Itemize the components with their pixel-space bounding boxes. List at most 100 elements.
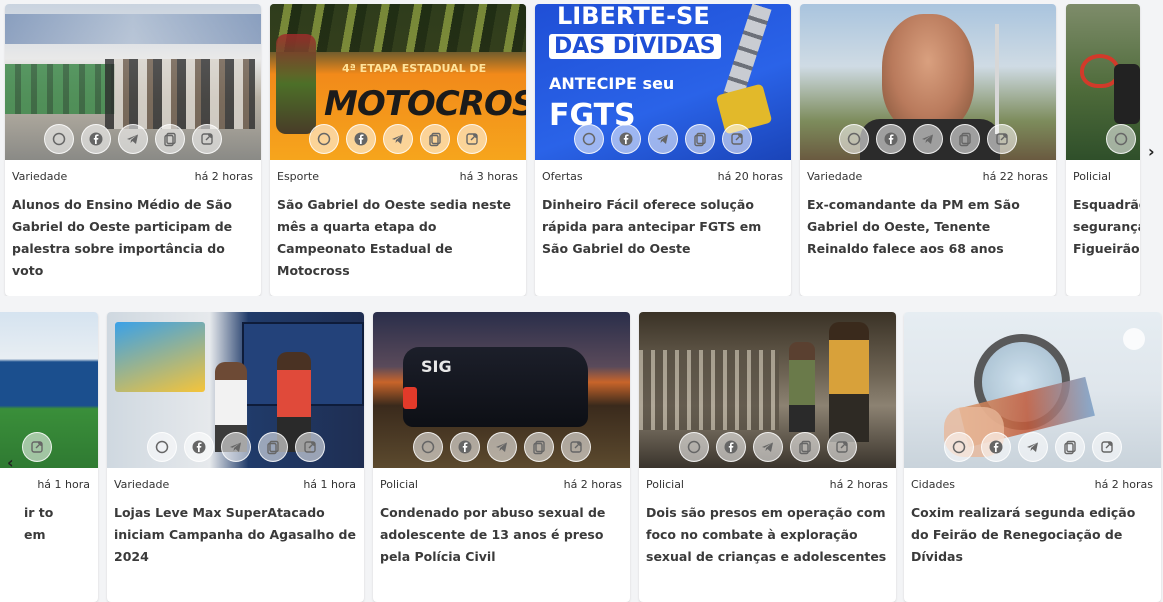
news-title[interactable]: São Gabriel do Oeste sedia neste mês a q…: [277, 194, 520, 282]
news-category[interactable]: Variedade: [807, 170, 862, 183]
whatsapp-icon[interactable]: [309, 124, 339, 154]
telegram-icon[interactable]: [648, 124, 678, 154]
whatsapp-icon[interactable]: [574, 124, 604, 154]
carousel-prev-button[interactable]: ‹: [7, 453, 14, 472]
news-title[interactable]: Alunos do Ensino Médio de São Gabriel do…: [12, 194, 255, 282]
external-link-icon[interactable]: [722, 124, 752, 154]
share-bar: [270, 124, 526, 154]
facebook-icon[interactable]: [611, 124, 641, 154]
share-bar: [5, 124, 261, 154]
image-caption-line2: MOTOCROSS: [324, 84, 526, 124]
news-category[interactable]: Ofertas: [542, 170, 583, 183]
news-time: há 3 horas: [459, 170, 518, 183]
news-time: há 20 horas: [717, 170, 783, 183]
whatsapp-icon[interactable]: [146, 432, 177, 462]
facebook-icon[interactable]: [346, 124, 376, 154]
copy-icon[interactable]: [950, 124, 980, 154]
whatsapp-icon[interactable]: [839, 124, 869, 154]
facebook-icon[interactable]: [980, 432, 1011, 462]
news-title[interactable]: Condenado por abuso sexual de adolescent…: [380, 502, 624, 568]
share-bar: [904, 432, 1161, 462]
news-carousel-top: Variedade há 2 horas Alunos do Ensino Méd…: [0, 4, 1163, 296]
news-time: há 2 horas: [563, 478, 622, 491]
external-link-icon[interactable]: [22, 432, 52, 462]
news-category[interactable]: Variedade: [114, 478, 169, 491]
news-card[interactable]: Variedade há 1 hora Lojas Leve Max SuperA…: [107, 312, 364, 602]
telegram-icon[interactable]: [752, 432, 783, 462]
news-title[interactable]: Ex-comandante da PM em São Gabriel do Oe…: [807, 194, 1050, 260]
share-bar: [373, 432, 630, 462]
news-carousel-bottom: há 1 hora ir to em Variedade há 1 hora Lo…: [0, 312, 1163, 602]
copy-icon[interactable]: [420, 124, 450, 154]
whatsapp-icon[interactable]: [678, 432, 709, 462]
share-bar: [800, 124, 1056, 154]
share-bar: [639, 432, 896, 462]
news-category[interactable]: Policial: [1073, 170, 1111, 183]
facebook-icon[interactable]: [876, 124, 906, 154]
news-category[interactable]: Cidades: [911, 478, 955, 491]
facebook-icon[interactable]: [183, 432, 214, 462]
news-card[interactable]: Policial há 2 horas Dois são presos em op…: [639, 312, 896, 602]
image-caption-line1: SIG: [421, 357, 452, 376]
news-card[interactable]: Policial Esquadrão segurança Figueirão: [1066, 4, 1140, 296]
news-card[interactable]: 4ª ETAPA ESTADUAL DE MOTOCROSS Esporte há…: [270, 4, 526, 296]
news-title[interactable]: ir to em: [24, 502, 64, 546]
external-link-icon[interactable]: [294, 432, 325, 462]
news-category[interactable]: Variedade: [12, 170, 67, 183]
whatsapp-icon[interactable]: [943, 432, 974, 462]
news-card[interactable]: Cidades há 2 horas Coxim realizará segund…: [904, 312, 1161, 602]
external-link-icon[interactable]: [1091, 432, 1122, 462]
facebook-icon[interactable]: [449, 432, 480, 462]
copy-icon[interactable]: [789, 432, 820, 462]
telegram-icon[interactable]: [486, 432, 517, 462]
whatsapp-icon[interactable]: [1106, 124, 1136, 154]
whatsapp-icon[interactable]: [44, 124, 74, 154]
news-card[interactable]: Variedade há 22 horas Ex-comandante da PM…: [800, 4, 1056, 296]
facebook-icon[interactable]: [81, 124, 111, 154]
image-caption-line3: ANTECIPE seu: [549, 74, 675, 93]
news-title[interactable]: Coxim realizará segunda edição do Feirão…: [911, 502, 1155, 568]
news-card[interactable]: Variedade há 2 horas Alunos do Ensino Méd…: [5, 4, 261, 296]
image-caption-line1: LIBERTE-SE: [557, 4, 710, 30]
telegram-icon[interactable]: [383, 124, 413, 154]
share-bar: [22, 432, 52, 462]
carousel-next-button[interactable]: ›: [1148, 142, 1155, 161]
external-link-icon[interactable]: [192, 124, 222, 154]
image-caption-line1: 4ª ETAPA ESTADUAL DE: [342, 62, 487, 75]
news-title[interactable]: Lojas Leve Max SuperAtacado iniciam Camp…: [114, 502, 358, 568]
news-category[interactable]: Esporte: [277, 170, 319, 183]
news-card[interactable]: há 1 hora ir to em: [0, 312, 98, 602]
share-bar: [1106, 124, 1140, 154]
copy-icon[interactable]: [1054, 432, 1085, 462]
copy-icon[interactable]: [685, 124, 715, 154]
copy-icon[interactable]: [523, 432, 554, 462]
news-time: há 1 hora: [303, 478, 356, 491]
news-time: há 2 horas: [194, 170, 253, 183]
news-card[interactable]: LIBERTE-SE DAS DÍVIDAS ANTECIPE seu FGTS…: [535, 4, 791, 296]
news-category[interactable]: Policial: [646, 478, 684, 491]
external-link-icon[interactable]: [457, 124, 487, 154]
news-title[interactable]: Esquadrão segurança Figueirão: [1073, 194, 1140, 260]
news-category[interactable]: Policial: [380, 478, 418, 491]
external-link-icon[interactable]: [560, 432, 591, 462]
external-link-icon[interactable]: [987, 124, 1017, 154]
telegram-icon[interactable]: [1017, 432, 1048, 462]
share-bar: [107, 432, 364, 462]
news-title[interactable]: Dinheiro Fácil oferece solução rápida pa…: [542, 194, 785, 260]
copy-icon[interactable]: [155, 124, 185, 154]
news-card[interactable]: SIG Policial há 2 horas Condenado por abu…: [373, 312, 630, 602]
facebook-icon[interactable]: [715, 432, 746, 462]
copy-icon[interactable]: [257, 432, 288, 462]
telegram-icon[interactable]: [118, 124, 148, 154]
news-time: há 1 hora: [37, 478, 90, 491]
image-caption-line2: DAS DÍVIDAS: [549, 34, 721, 59]
telegram-icon[interactable]: [220, 432, 251, 462]
news-title[interactable]: Dois são presos em operação com foco no …: [646, 502, 890, 568]
share-bar: [535, 124, 791, 154]
whatsapp-icon[interactable]: [412, 432, 443, 462]
external-link-icon[interactable]: [826, 432, 857, 462]
telegram-icon[interactable]: [913, 124, 943, 154]
news-time: há 2 horas: [829, 478, 888, 491]
news-time: há 2 horas: [1094, 478, 1153, 491]
news-time: há 22 horas: [982, 170, 1048, 183]
